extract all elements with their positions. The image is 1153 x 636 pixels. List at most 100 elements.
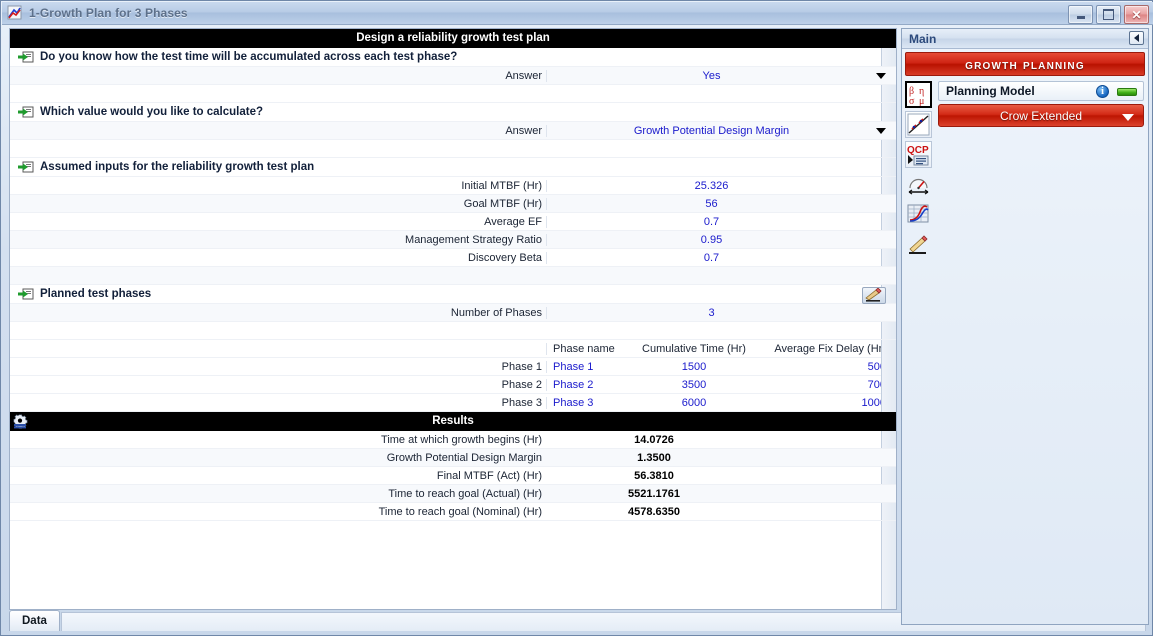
result-row-final-mtbf: Final MTBF (Act) (Hr) 56.3810 xyxy=(10,467,896,485)
phase-name-cell[interactable]: Phase 2 xyxy=(546,379,626,391)
planning-model-dropdown[interactable]: Crow Extended xyxy=(938,104,1144,127)
result-row-time-goal-nominal: Time to reach goal (Nominal) (Hr) 4578.6… xyxy=(10,503,896,521)
input-row-discovery-beta[interactable]: Discovery Beta 0.7 xyxy=(10,249,896,267)
input-label: Management Strategy Ratio xyxy=(10,234,546,246)
number-of-phases-label: Number of Phases xyxy=(10,307,546,319)
input-value[interactable]: 0.7 xyxy=(546,216,896,228)
result-value: 1.3500 xyxy=(546,452,896,464)
side-panel-body: β η σ μ QCP xyxy=(902,81,1148,624)
chevron-down-icon[interactable] xyxy=(1122,114,1134,121)
cumulative-time-cell[interactable]: 3500 xyxy=(626,379,762,391)
main-side-panel: Main Growth Planning β η σ μ xyxy=(901,28,1149,625)
result-label: Time to reach goal (Nominal) (Hr) xyxy=(10,506,546,518)
results-header: Results xyxy=(10,412,896,431)
banner-label: Growth Planning xyxy=(965,56,1085,72)
qcp-quick-calculation-pad-icon[interactable]: QCP xyxy=(905,141,932,168)
number-of-phases-row[interactable]: Number of Phases 3 xyxy=(10,304,896,322)
section-label: Planned test phases xyxy=(40,288,151,300)
answer-value[interactable]: Growth Potential Design Margin xyxy=(546,125,896,137)
gauge-meter-icon[interactable] xyxy=(905,171,932,198)
pencil-plot-icon[interactable] xyxy=(905,231,932,258)
table-row[interactable]: Phase 2 Phase 2 3500 700 xyxy=(10,376,896,394)
tab-label: Data xyxy=(22,615,47,627)
side-panel-title: Main xyxy=(902,32,936,46)
input-arrow-icon xyxy=(18,106,34,119)
growth-chart-icon xyxy=(6,5,24,21)
close-button[interactable]: ✕ xyxy=(1124,5,1149,24)
answer-label: Answer xyxy=(10,125,546,137)
section-label: Assumed inputs for the reliability growt… xyxy=(40,161,314,173)
section-label: Which value would you like to calculate? xyxy=(40,106,263,118)
collapse-arrow xyxy=(1134,34,1139,42)
spacer-row-3 xyxy=(10,267,896,285)
chevron-down-icon[interactable] xyxy=(876,73,886,79)
gear-icon xyxy=(13,414,29,429)
planning-model-value: Crow Extended xyxy=(1000,109,1082,123)
fix-delay-cell[interactable]: 700 xyxy=(762,379,896,391)
result-label: Time at which growth begins (Hr) xyxy=(10,434,546,446)
svg-text:μ: μ xyxy=(919,96,924,106)
fix-delay-cell[interactable]: 500 xyxy=(762,361,896,373)
input-row-goal-mtbf[interactable]: Goal MTBF (Hr) 56 xyxy=(10,195,896,213)
result-label: Final MTBF (Act) (Hr) xyxy=(10,470,546,482)
phase-row-lead: Phase 3 xyxy=(10,397,546,409)
column-header-phase-name: Phase name xyxy=(546,343,626,355)
planning-model-label: Planning Model xyxy=(939,84,1035,98)
answer-value[interactable]: Yes xyxy=(546,70,896,82)
phase-name-cell[interactable]: Phase 3 xyxy=(546,397,626,409)
data-sheet-plot-icon[interactable] xyxy=(905,201,932,228)
title-bar: 1-Growth Plan for 3 Phases ✕ xyxy=(2,2,1153,25)
side-panel-header: Main xyxy=(902,29,1148,49)
maximize-button[interactable] xyxy=(1096,5,1121,24)
application-window: 1-Growth Plan for 3 Phases ✕ Design a re… xyxy=(0,0,1153,636)
collapse-left-icon[interactable] xyxy=(1129,31,1144,45)
svg-text:QCP: QCP xyxy=(907,145,929,156)
section-calculate-question: Which value would you like to calculate? xyxy=(10,103,896,122)
result-row-time-goal-actual: Time to reach goal (Actual) (Hr) 5521.17… xyxy=(10,485,896,503)
table-row[interactable]: Phase 3 Phase 3 6000 1000 xyxy=(10,394,896,412)
phase-row-lead: Phase 2 xyxy=(10,379,546,391)
answer-label: Answer xyxy=(10,70,546,82)
input-label: Discovery Beta xyxy=(10,252,546,264)
info-icon[interactable]: i xyxy=(1096,85,1109,98)
section-test-time-question: Do you know how the test time will be ac… xyxy=(10,48,896,67)
input-value[interactable]: 0.7 xyxy=(546,252,896,264)
results-header-label: Results xyxy=(432,415,474,427)
panel-header: Design a reliability growth test plan xyxy=(10,29,896,48)
input-value[interactable]: 0.95 xyxy=(546,234,896,246)
phase-row-lead: Phase 1 xyxy=(10,361,546,373)
input-value[interactable]: 56 xyxy=(546,198,896,210)
side-icon-strip: β η σ μ QCP xyxy=(905,81,933,261)
input-arrow-icon xyxy=(18,288,34,301)
parameters-beta-eta-sigma-mu-icon[interactable]: β η σ μ xyxy=(905,81,932,108)
answer-row-calculate[interactable]: Answer Growth Potential Design Margin xyxy=(10,122,896,140)
panel-header-label: Design a reliability growth test plan xyxy=(356,32,550,44)
spacer-row-4 xyxy=(10,322,896,340)
input-row-management-strategy-ratio[interactable]: Management Strategy Ratio 0.95 xyxy=(10,231,896,249)
fix-delay-cell[interactable]: 1000 xyxy=(762,397,896,409)
result-value: 4578.6350 xyxy=(546,506,896,518)
answer-row-test-time[interactable]: Answer Yes xyxy=(10,67,896,85)
maximize-icon xyxy=(1103,9,1114,20)
result-value: 56.3810 xyxy=(546,470,896,482)
input-row-initial-mtbf[interactable]: Initial MTBF (Hr) 25.326 xyxy=(10,177,896,195)
scatter-plot-icon[interactable] xyxy=(905,111,932,138)
phase-name-cell[interactable]: Phase 1 xyxy=(546,361,626,373)
column-header-cumulative-time: Cumulative Time (Hr) xyxy=(626,343,762,355)
pencil-edit-icon[interactable] xyxy=(862,287,886,304)
number-of-phases-value[interactable]: 3 xyxy=(546,307,896,319)
minimize-button[interactable] xyxy=(1068,5,1093,24)
tab-data[interactable]: Data xyxy=(9,610,60,631)
table-row[interactable]: Phase 1 Phase 1 1500 500 xyxy=(10,358,896,376)
input-value[interactable]: 25.326 xyxy=(546,180,896,192)
cumulative-time-cell[interactable]: 1500 xyxy=(626,361,762,373)
result-row-growth-begins: Time at which growth begins (Hr) 14.0726 xyxy=(10,431,896,449)
result-value: 5521.1761 xyxy=(546,488,896,500)
chevron-down-icon[interactable] xyxy=(876,128,886,134)
column-header-average-fix-delay: Average Fix Delay (Hr) xyxy=(762,343,896,355)
green-indicator-icon[interactable] xyxy=(1117,88,1137,96)
cumulative-time-cell[interactable]: 6000 xyxy=(626,397,762,409)
input-label: Goal MTBF (Hr) xyxy=(10,198,546,210)
result-label: Growth Potential Design Margin xyxy=(10,452,546,464)
input-row-average-ef[interactable]: Average EF 0.7 xyxy=(10,213,896,231)
